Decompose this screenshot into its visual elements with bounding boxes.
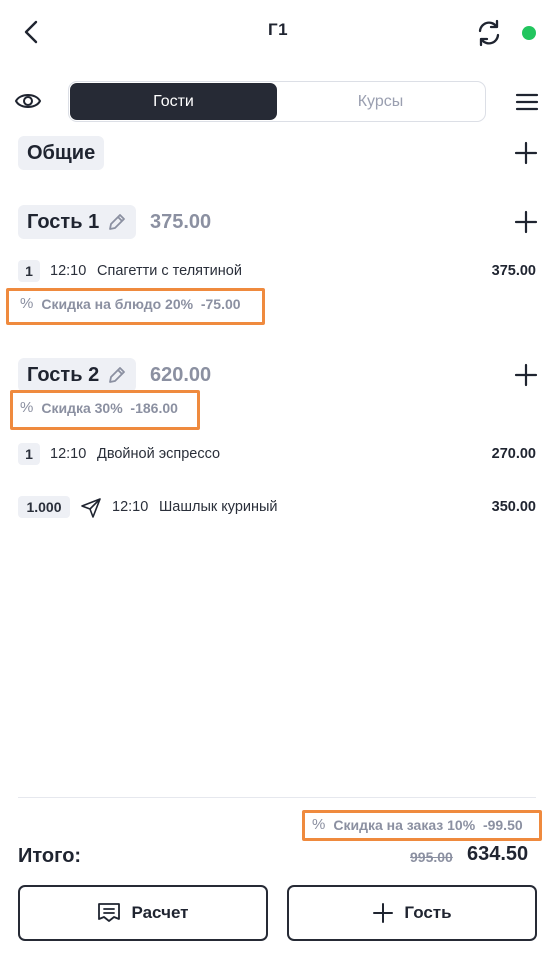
footer-divider: [18, 797, 536, 798]
tab-guests[interactable]: Гости: [70, 83, 277, 120]
guest-2-chip[interactable]: Гость 2: [18, 358, 137, 392]
plus-icon: [514, 141, 538, 165]
common-section-label: Общие: [27, 141, 96, 164]
item-price: 350.00: [491, 499, 536, 515]
guest-1-label: Гость 1: [27, 210, 100, 233]
add-guest-button-label: Гость: [404, 903, 452, 922]
percent-icon: %: [20, 399, 34, 416]
add-to-guest-2-button[interactable]: [514, 363, 538, 387]
guest-2-total: 620.00: [150, 364, 212, 386]
item-price: 270.00: [491, 446, 536, 462]
pencil-icon[interactable]: [107, 212, 127, 232]
page-title: Г1: [267, 20, 289, 39]
item-quantity: 1: [18, 443, 40, 465]
common-section-chip[interactable]: Общие: [18, 136, 105, 170]
view-segmented-control: Гости Курсы: [68, 81, 486, 122]
pay-button[interactable]: Расчет: [18, 885, 268, 941]
old-total: 995.00: [410, 849, 453, 865]
percent-icon: %: [312, 816, 326, 833]
add-to-common-button[interactable]: [514, 141, 538, 165]
item-quantity: 1: [18, 260, 40, 282]
item-discount[interactable]: % Скидка на блюдо 20% -75.00: [20, 295, 241, 312]
receipt-icon: [98, 903, 121, 922]
guest-1-chip[interactable]: Гость 1: [18, 205, 137, 239]
guest-1-total: 375.00: [150, 211, 212, 233]
item-time: 12:10: [50, 446, 87, 462]
item-price: 375.00: [491, 263, 536, 279]
item-time: 12:10: [50, 263, 87, 279]
menu-button[interactable]: [514, 90, 540, 114]
order-discount[interactable]: % Скидка на заказ 10% -99.50: [312, 816, 523, 833]
guest-discount-text: Скидка 30% -186.00: [41, 399, 178, 416]
hamburger-icon: [515, 93, 539, 111]
eye-icon: [14, 94, 42, 108]
item-name[interactable]: Шашлык куриный: [159, 499, 278, 515]
connection-status-indicator: [522, 26, 536, 40]
item-name[interactable]: Двойной эспрессо: [97, 446, 220, 462]
sync-icon: [478, 19, 500, 47]
tab-courses[interactable]: Курсы: [277, 83, 484, 120]
plus-icon: [514, 363, 538, 387]
pencil-icon[interactable]: [107, 365, 127, 385]
add-guest-button[interactable]: Гость: [287, 885, 537, 941]
order-discount-text: Скидка на заказ 10% -99.50: [333, 816, 523, 833]
percent-icon: %: [20, 295, 34, 312]
send-icon: [80, 497, 102, 519]
item-quantity: 1.000: [18, 496, 70, 518]
total-label: Итого:: [18, 845, 82, 867]
plus-icon: [514, 210, 538, 234]
visibility-toggle[interactable]: [14, 89, 42, 113]
add-to-guest-1-button[interactable]: [514, 210, 538, 234]
item-discount-text: Скидка на блюдо 20% -75.00: [41, 295, 241, 312]
sync-button[interactable]: [474, 18, 504, 48]
item-name[interactable]: Спагетти с телятиной: [97, 263, 242, 279]
pay-button-label: Расчет: [131, 903, 189, 922]
item-time: 12:10: [112, 499, 149, 515]
new-total: 634.50: [467, 843, 529, 865]
guest-discount[interactable]: % Скидка 30% -186.00: [20, 399, 178, 416]
guest-2-label: Гость 2: [27, 363, 100, 386]
plus-icon: [373, 903, 394, 923]
